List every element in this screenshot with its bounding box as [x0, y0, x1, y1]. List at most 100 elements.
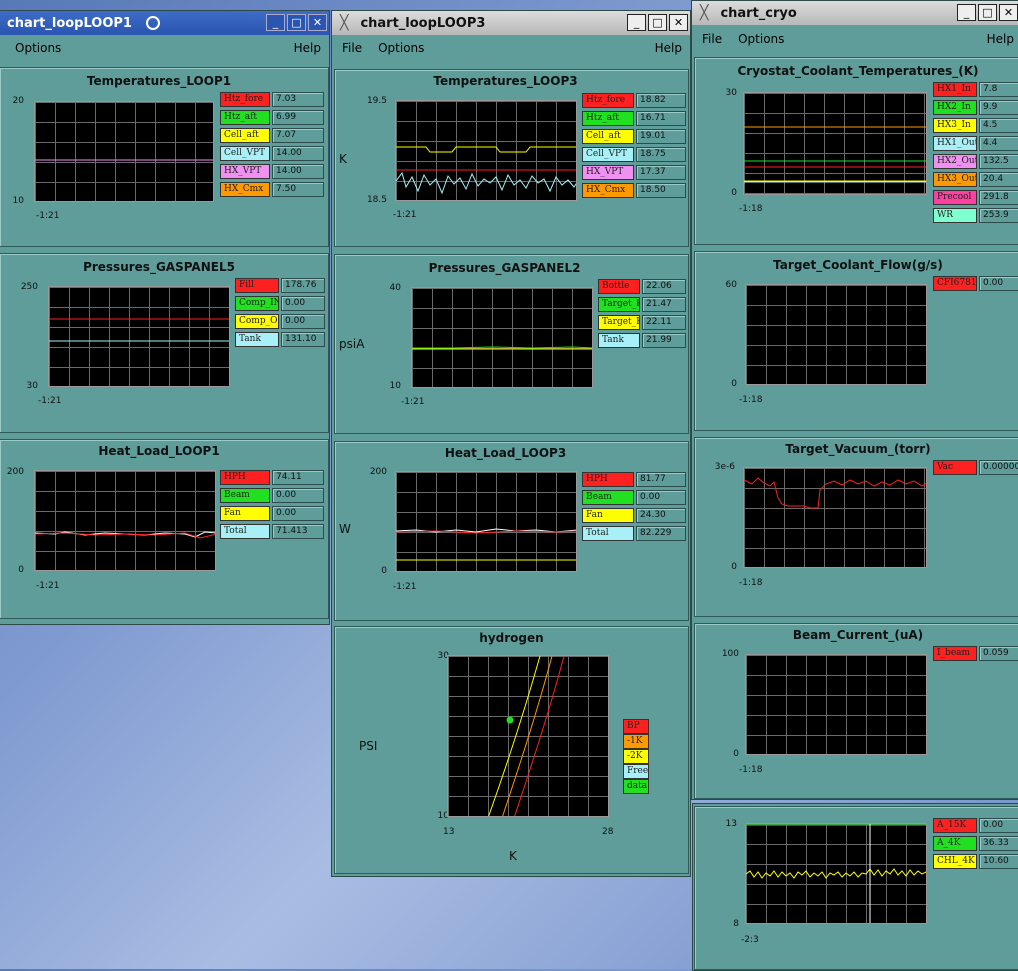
x-min-label: 13: [443, 827, 455, 837]
legend-freeze[interactable]: Freeze: [623, 764, 649, 779]
menu-help[interactable]: Help: [655, 41, 682, 55]
legend-a-4k[interactable]: A_4K: [933, 836, 977, 851]
plot-pressures-gaspanel5[interactable]: [48, 286, 230, 387]
close-button[interactable]: ✕: [999, 4, 1018, 21]
plot-heat-load-loop3[interactable]: [395, 471, 577, 572]
legend-hx3-in[interactable]: HX3_In: [933, 118, 977, 133]
value-cell-vpt: 18.75: [636, 147, 686, 162]
legend-fan[interactable]: Fan: [582, 508, 634, 523]
legend-hx1-in[interactable]: HX1_In: [933, 82, 977, 97]
minimize-button[interactable]: _: [266, 14, 285, 31]
legend-htz-fore[interactable]: Htz_fore: [582, 93, 634, 108]
legend-hx-vpt[interactable]: HX_VPT: [220, 164, 270, 179]
menu-file[interactable]: File: [702, 32, 722, 46]
maximize-button[interactable]: □: [978, 4, 997, 21]
legend-tank[interactable]: Tank: [235, 332, 279, 347]
legend-cell-aft[interactable]: Cell_aft: [582, 129, 634, 144]
legend-hx2-in[interactable]: HX2_In: [933, 100, 977, 115]
legend-hph[interactable]: HPH: [220, 470, 270, 485]
legend-chl-4k[interactable]: CHL_4K: [933, 854, 977, 869]
legend-comp-out[interactable]: Comp_OUT: [235, 314, 279, 329]
plot-target-vacuum[interactable]: [743, 467, 927, 568]
legend-htz-aft[interactable]: Htz_aft: [582, 111, 634, 126]
legend-beam[interactable]: Beam: [220, 488, 270, 503]
legend-minus1k[interactable]: -1K: [623, 734, 649, 749]
legend-hx2-out[interactable]: HX2_Out: [933, 154, 977, 169]
minimize-button[interactable]: _: [627, 14, 646, 31]
menu-options[interactable]: Options: [378, 41, 424, 55]
x-logo-icon: ╳: [340, 15, 349, 31]
legend-beam[interactable]: Beam: [582, 490, 634, 505]
plot-heat-load-loop1[interactable]: [34, 470, 216, 571]
menu-file[interactable]: File: [342, 41, 362, 55]
legend-hx-vpt[interactable]: HX_VPT: [582, 165, 634, 180]
menu-options[interactable]: Options: [738, 32, 784, 46]
value-hx-vpt: 17.37: [636, 165, 686, 180]
trace-bp: [514, 656, 565, 816]
legend-i-beam[interactable]: I_beam: [933, 646, 977, 661]
plot-pressures-gaspanel2[interactable]: [411, 287, 593, 388]
plot-target-coolant-flow[interactable]: [745, 284, 927, 385]
legend-comp-in[interactable]: Comp_IN: [235, 296, 279, 311]
window-loop1-titlebar[interactable]: chart_loopLOOP1 _ □ ✕: [0, 11, 329, 35]
plot-temperatures-loop3[interactable]: [395, 100, 577, 201]
legend-cell-aft[interactable]: Cell_aft: [220, 128, 270, 143]
legend-a-15k[interactable]: A_15K: [933, 818, 977, 833]
legend-bp[interactable]: BP: [623, 719, 649, 734]
plot-temperatures-loop1[interactable]: [34, 101, 214, 202]
panel-title: Temperatures_LOOP1: [86, 74, 232, 88]
maximize-button[interactable]: □: [287, 14, 306, 31]
legend-hx-cmx[interactable]: HX_Cmx: [582, 183, 634, 198]
y-min-label: 0: [731, 188, 737, 198]
legend-vac[interactable]: Vac: [933, 460, 977, 475]
plot-helium-levels[interactable]: [745, 823, 927, 924]
plot-traces: [35, 159, 213, 161]
maximize-button[interactable]: □: [648, 14, 667, 31]
window-loop3-titlebar[interactable]: ╳ chart_loopLOOP3 _ □ ✕: [332, 11, 690, 35]
legend-hx1-out[interactable]: HX1_Out: [933, 136, 977, 151]
minimize-button[interactable]: _: [957, 4, 976, 21]
value-htz-fore: 18.82: [636, 93, 686, 108]
legend-target-fill[interactable]: Target_Fill: [598, 297, 640, 312]
legend-wr[interactable]: WR: [933, 208, 977, 223]
plot-cryostat-coolant[interactable]: [743, 92, 927, 195]
value-hph: 74.11: [272, 470, 324, 485]
legend-htz-fore[interactable]: Htz_fore: [220, 92, 270, 107]
legend-bottle[interactable]: Bottle: [598, 279, 640, 294]
value-cfi6781f: 0.00: [979, 276, 1018, 291]
panel-title: Heat_Load_LOOP3: [444, 446, 567, 460]
legend-total[interactable]: Total: [220, 524, 270, 539]
legend-hx3-out[interactable]: HX3_Out: [933, 172, 977, 187]
plot-beam-current[interactable]: [745, 654, 927, 755]
close-button[interactable]: ✕: [308, 14, 327, 31]
legend-total[interactable]: Total: [582, 526, 634, 541]
legend-minus2k[interactable]: -2K: [623, 749, 649, 764]
legend-hph[interactable]: HPH: [582, 472, 634, 487]
legend-fan[interactable]: Fan: [220, 506, 270, 521]
close-button[interactable]: ✕: [669, 14, 688, 31]
value-fill: 178.76: [281, 278, 325, 293]
window-loop3-menubar: File Options Help: [332, 36, 690, 60]
legend-cell-vpt[interactable]: Cell_VPT: [582, 147, 634, 162]
legend-fill[interactable]: Fill: [235, 278, 279, 293]
legend-tank[interactable]: Tank: [598, 333, 640, 348]
plot-traces: [412, 346, 592, 350]
legend-precool[interactable]: Precool: [933, 190, 977, 205]
legend-target-exh[interactable]: Target_Exh: [598, 315, 640, 330]
legend-cfi6781f[interactable]: CFI6781F: [933, 276, 977, 291]
panel-title: Target_Coolant_Flow(g/s): [773, 258, 943, 272]
y-max-label: 13: [725, 819, 737, 829]
trace-vac: [744, 477, 926, 509]
value-hx1-out: 4.4: [979, 136, 1018, 151]
legend-hx-cmx[interactable]: HX_Cmx: [220, 182, 270, 197]
menu-help[interactable]: Help: [987, 32, 1014, 46]
menu-help[interactable]: Help: [294, 41, 321, 55]
menu-options[interactable]: Options: [15, 41, 61, 55]
legend-cell-vpt[interactable]: Cell_VPT: [220, 146, 270, 161]
y-max-label: 60: [725, 280, 737, 290]
window-cryo-titlebar[interactable]: ╳ chart_cryo _ □ ✕: [692, 1, 1018, 25]
x-logo-icon: ╳: [700, 5, 709, 21]
plot-hydrogen[interactable]: [447, 655, 609, 817]
legend-data[interactable]: data: [623, 779, 649, 794]
legend-htz-aft[interactable]: Htz_aft: [220, 110, 270, 125]
